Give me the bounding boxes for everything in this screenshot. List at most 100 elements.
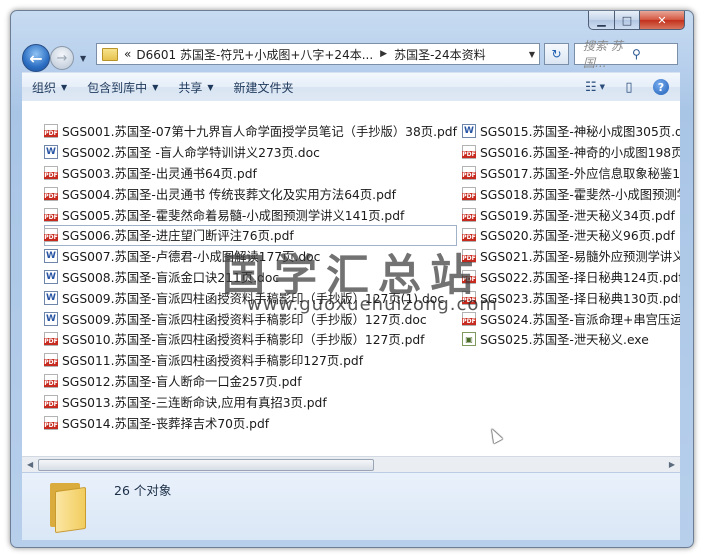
file-item[interactable]: W SGS015.苏国圣-神秘小成图305页.doc bbox=[462, 121, 680, 142]
share-label: 共享 bbox=[178, 80, 203, 95]
window-controls: ▁ □ ✕ bbox=[588, 11, 685, 30]
forward-button[interactable]: → bbox=[50, 46, 74, 70]
pdf-file-icon bbox=[44, 165, 58, 180]
help-button[interactable]: ? bbox=[648, 76, 674, 98]
doc-file-icon: W bbox=[44, 249, 58, 264]
pdf-file-icon bbox=[44, 207, 58, 222]
doc-file-icon: W bbox=[462, 124, 476, 139]
doc-file-icon: W bbox=[44, 145, 58, 160]
preview-pane-button[interactable]: ▯ bbox=[616, 76, 642, 98]
include-in-library-button[interactable]: 包含到库中 ▼ bbox=[77, 76, 168, 98]
details-pane: 26 个对象 bbox=[22, 472, 680, 540]
minimize-button[interactable]: ▁ bbox=[588, 11, 615, 30]
file-name: SGS010.苏国圣-盲派四柱函授资料手稿影印（手抄版）127页.pdf bbox=[62, 333, 425, 348]
pdf-file-icon bbox=[462, 186, 476, 201]
file-name: SGS021.苏国圣-易髓外应预测学讲义.pdf bbox=[480, 250, 680, 265]
scroll-right-icon[interactable]: ▶ bbox=[669, 460, 675, 469]
search-input[interactable]: 搜索 苏国... ⚲ bbox=[574, 39, 678, 70]
file-name: SGS005.苏国圣-霍斐然命着易髓-小成图预测学讲义141页.pdf bbox=[62, 208, 405, 223]
view-options-button[interactable]: ☷ ▼ bbox=[582, 76, 608, 98]
file-item[interactable]: ▣ SGS025.苏国圣-泄天秘义.exe bbox=[462, 329, 680, 350]
maximize-button[interactable]: □ bbox=[615, 11, 640, 30]
search-placeholder: 搜索 苏国... bbox=[583, 39, 623, 70]
file-item[interactable]: SGS005.苏国圣-霍斐然命着易髓-小成图预测学讲义141页.pdf bbox=[44, 204, 457, 225]
address-overflow-chevron[interactable]: « bbox=[124, 47, 131, 61]
file-name: SGS024.苏国圣-盲派命理+串宫压运.pdf bbox=[480, 312, 680, 327]
close-button[interactable]: ✕ bbox=[640, 11, 685, 30]
file-name: SGS023.苏国圣-择日秘典130页.pdf bbox=[480, 291, 680, 306]
file-item[interactable]: W SGS002.苏国圣 -盲人命学特训讲义273页.doc bbox=[44, 142, 457, 163]
pdf-file-icon bbox=[44, 394, 58, 409]
file-name: SGS012.苏国圣-盲人断命一口金257页.pdf bbox=[62, 374, 302, 389]
file-name: SGS014.苏国圣-丧葬择吉术70页.pdf bbox=[62, 416, 270, 431]
organize-button[interactable]: 组织 ▼ bbox=[22, 76, 77, 98]
file-name: SGS020.苏国圣-泄天秘义96页.pdf bbox=[480, 229, 675, 244]
file-item[interactable]: SGS018.苏国圣-霍斐然-小成图预测学讲义.pdf bbox=[462, 183, 680, 204]
scrollbar-thumb[interactable] bbox=[38, 459, 374, 471]
file-item[interactable]: SGS020.苏国圣-泄天秘义96页.pdf bbox=[462, 225, 680, 246]
doc-file-icon: W bbox=[44, 311, 58, 326]
pdf-file-icon bbox=[44, 332, 58, 347]
preview-pane-icon: ▯ bbox=[625, 79, 633, 95]
file-name: SGS018.苏国圣-霍斐然-小成图预测学讲义.pdf bbox=[480, 187, 680, 202]
back-button[interactable]: ← bbox=[22, 44, 50, 72]
file-name: SGS004.苏国圣-出灵通书 传统丧葬文化及实用方法64页.pdf bbox=[62, 187, 397, 202]
file-name: SGS015.苏国圣-神秘小成图305页.doc bbox=[480, 125, 680, 140]
organize-label: 组织 bbox=[32, 80, 57, 95]
file-name: SGS013.苏国圣-三连断命诀,应用有真招3页.pdf bbox=[62, 395, 327, 410]
file-name: SGS022.苏国圣-择日秘典124页.pdf bbox=[480, 270, 680, 285]
new-folder-button[interactable]: 新建文件夹 bbox=[224, 76, 304, 98]
chevron-down-icon: ▼ bbox=[207, 82, 214, 92]
arrow-left-icon: ← bbox=[29, 48, 43, 68]
pdf-file-icon bbox=[44, 373, 58, 388]
folder-icon bbox=[102, 47, 118, 61]
chevron-down-icon: ▼ bbox=[599, 83, 606, 91]
arrow-right-icon: → bbox=[56, 50, 68, 66]
horizontal-scrollbar[interactable]: ◀ ▶ bbox=[22, 456, 680, 472]
file-item[interactable]: SGS011.苏国圣-盲派四柱函授资料手稿影印127页.pdf bbox=[44, 350, 457, 371]
file-item[interactable]: SGS021.苏国圣-易髓外应预测学讲义.pdf bbox=[462, 246, 680, 267]
file-item[interactable]: SGS022.苏国圣-择日秘典124页.pdf bbox=[462, 267, 680, 288]
chevron-down-icon: ▼ bbox=[152, 82, 159, 92]
file-name: SGS017.苏国圣-外应信息取象秘鉴104页.pdf bbox=[480, 166, 680, 181]
file-item[interactable]: SGS012.苏国圣-盲人断命一口金257页.pdf bbox=[44, 371, 457, 392]
breadcrumb-separator-icon[interactable]: ▶ bbox=[380, 49, 387, 59]
file-name: SGS002.苏国圣 -盲人命学特训讲义273页.doc bbox=[62, 146, 320, 161]
file-column-right: W SGS015.苏国圣-神秘小成图305页.doc SGS016.苏国圣-神奇的小… bbox=[462, 121, 680, 350]
refresh-button[interactable]: ↻ bbox=[544, 43, 569, 65]
address-dropdown-icon[interactable]: ▼ bbox=[529, 50, 535, 59]
file-item[interactable]: SGS019.苏国圣-泄天秘义34页.pdf bbox=[462, 204, 680, 225]
file-item[interactable]: SGS014.苏国圣-丧葬择吉术70页.pdf bbox=[44, 412, 457, 433]
recent-pages-dropdown[interactable]: ▼ bbox=[80, 54, 86, 63]
exe-file-icon: ▣ bbox=[462, 332, 476, 347]
search-icon[interactable]: ⚲ bbox=[624, 47, 673, 61]
doc-file-icon: W bbox=[44, 290, 58, 305]
share-button[interactable]: 共享 ▼ bbox=[168, 76, 223, 98]
breadcrumb-parent[interactable]: D6601 苏国圣-符咒+小成图+八字+24本... bbox=[136, 46, 373, 63]
include-in-library-label: 包含到库中 bbox=[87, 80, 148, 95]
pdf-file-icon bbox=[462, 207, 476, 222]
watermark-url: www.guoxuehuizong.com bbox=[247, 294, 498, 315]
view-list-icon: ☷ bbox=[584, 79, 597, 95]
file-name: SGS016.苏国圣-神奇的小成图198页.pdf bbox=[480, 146, 680, 161]
file-name: SGS003.苏国圣-出灵通书64页.pdf bbox=[62, 166, 257, 181]
command-bar: 组织 ▼ 包含到库中 ▼ 共享 ▼ 新建文件夹 ☷ ▼ ▯ ? bbox=[22, 72, 680, 102]
folder-icon bbox=[50, 481, 86, 534]
file-item[interactable]: SGS013.苏国圣-三连断命诀,应用有真招3页.pdf bbox=[44, 391, 457, 412]
address-bar[interactable]: « D6601 苏国圣-符咒+小成图+八字+24本... ▶ 苏国圣-24本资料… bbox=[96, 43, 540, 65]
scroll-left-icon[interactable]: ◀ bbox=[27, 460, 33, 469]
file-item[interactable]: SGS004.苏国圣-出灵通书 传统丧葬文化及实用方法64页.pdf bbox=[44, 183, 457, 204]
file-item[interactable]: SGS003.苏国圣-出灵通书64页.pdf bbox=[44, 163, 457, 184]
file-item[interactable]: SGS016.苏国圣-神奇的小成图198页.pdf bbox=[462, 142, 680, 163]
file-name: SGS001.苏国圣-07第十九界盲人命学面授学员笔记（手抄版）38页.pdf bbox=[62, 125, 457, 140]
file-item[interactable]: SGS017.苏国圣-外应信息取象秘鉴104页.pdf bbox=[462, 163, 680, 184]
breadcrumb-current[interactable]: 苏国圣-24本资料 bbox=[394, 46, 486, 63]
pdf-file-icon bbox=[44, 228, 58, 243]
pdf-file-icon bbox=[44, 124, 58, 139]
pdf-file-icon bbox=[44, 353, 58, 368]
pdf-file-icon bbox=[44, 415, 58, 430]
file-name: SGS019.苏国圣-泄天秘义34页.pdf bbox=[480, 208, 675, 223]
file-item[interactable]: SGS010.苏国圣-盲派四柱函授资料手稿影印（手抄版）127页.pdf bbox=[44, 329, 457, 350]
file-item[interactable]: SGS001.苏国圣-07第十九界盲人命学面授学员笔记（手抄版）38页.pdf bbox=[44, 121, 457, 142]
new-folder-label: 新建文件夹 bbox=[233, 80, 294, 95]
